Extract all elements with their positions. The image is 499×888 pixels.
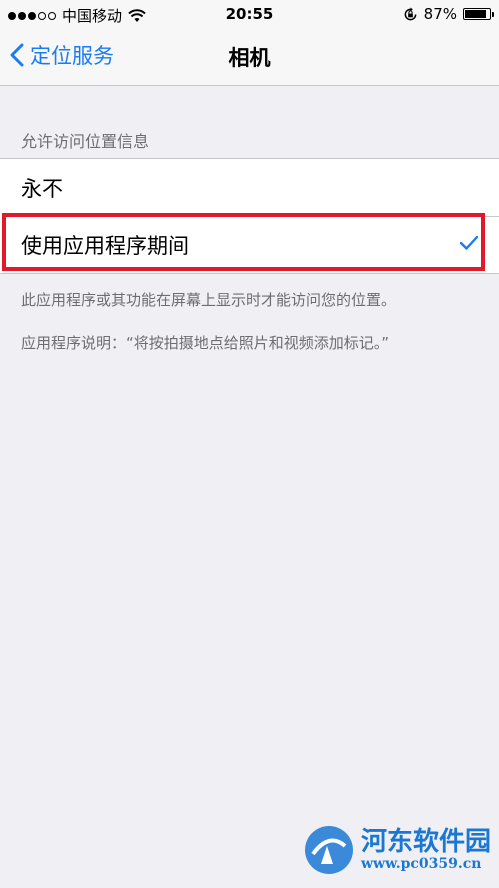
battery-percent: 87% xyxy=(423,5,457,23)
option-while-using[interactable]: 使用应用程序期间 xyxy=(0,216,499,273)
rotation-lock-icon xyxy=(404,6,417,20)
status-bar: 中国移动 20:55 87% xyxy=(0,0,499,28)
location-access-options: 永不 使用应用程序期间 xyxy=(0,158,499,274)
option-never-label: 永不 xyxy=(21,176,63,201)
battery-icon xyxy=(463,8,494,20)
watermark-url: www.pc0359.cn xyxy=(360,855,482,872)
nav-bar: 定位服务 相机 xyxy=(0,28,499,86)
watermark-title: 河东软件园 xyxy=(360,827,491,857)
option-while-using-label: 使用应用程序期间 xyxy=(21,233,189,258)
watermark-text: 河东软件园 www.pc0359.cn xyxy=(361,828,491,872)
option-never[interactable]: 永不 xyxy=(0,159,499,216)
page-title: 相机 xyxy=(228,46,271,70)
status-right: 87% xyxy=(403,5,494,23)
checkmark-icon xyxy=(459,235,479,250)
watermark: 河东软件园 www.pc0359.cn xyxy=(303,824,491,876)
watermark-logo-icon xyxy=(304,826,353,874)
app-description: 应用程序说明：“将按拍摄地点给照片和视频添加标记。” xyxy=(21,334,390,352)
section-header: 允许访问位置信息 xyxy=(21,132,150,151)
access-note: 此应用程序或其功能在屏幕上显示时才能访问您的位置。 xyxy=(21,291,397,309)
battery-fill xyxy=(465,10,486,18)
